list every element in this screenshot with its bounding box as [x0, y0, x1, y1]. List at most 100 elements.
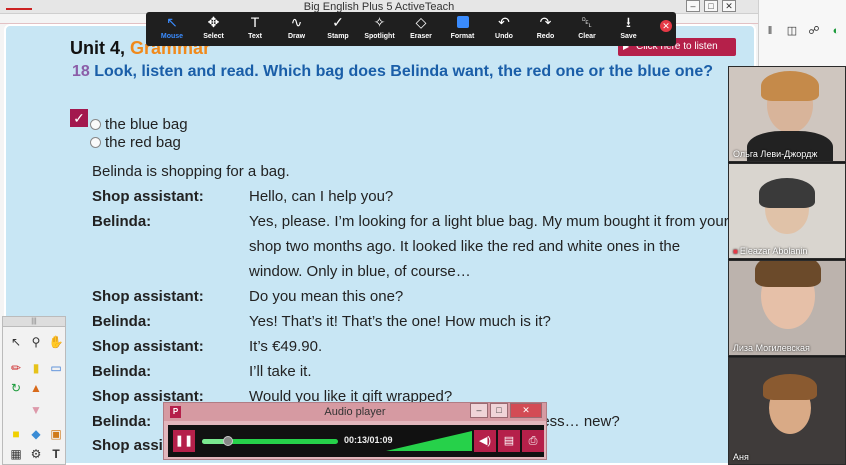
- audio-seek-bar[interactable]: [202, 436, 338, 446]
- tool-label: Undo: [495, 33, 513, 40]
- dialogue-line: Yes, please. I’m looking for a light blu…: [249, 213, 729, 280]
- speaker-name: Shop assistant:: [92, 188, 204, 205]
- tool-label: Clear: [578, 33, 596, 40]
- palette-grip[interactable]: |||: [3, 317, 65, 327]
- tool-label: Save: [620, 33, 637, 40]
- participant-tile[interactable]: Лиза Могилевская: [728, 260, 846, 356]
- dialogue-line: Yes! That’s it! That’s the one! How much…: [249, 313, 551, 330]
- exercise-number: 18: [72, 63, 90, 80]
- text-tool-icon[interactable]: T: [47, 445, 65, 463]
- dialogue-line: I’ll take it.: [249, 363, 312, 380]
- participant-name: Ольга Леви-Джордж: [733, 149, 818, 159]
- tool-clear[interactable]: ␡ Clear: [567, 12, 607, 46]
- tool-save[interactable]: ⭳ Save: [609, 12, 649, 46]
- participant-hair: [761, 71, 819, 101]
- highlighter-icon[interactable]: ▮: [27, 359, 45, 377]
- tool-mouse[interactable]: ↖ Mouse: [152, 12, 192, 46]
- unit-label: Unit 4,: [70, 38, 126, 58]
- tool-text[interactable]: T Text: [235, 12, 275, 46]
- maximize-button[interactable]: □: [704, 0, 718, 12]
- option-red-bag[interactable]: the red bag: [90, 134, 181, 151]
- tool-select[interactable]: ✥ Select: [194, 12, 234, 46]
- transcript-icon[interactable]: ▤: [498, 430, 520, 452]
- save-icon: ⭳: [626, 14, 631, 30]
- library-icon[interactable]: ‖: [763, 24, 777, 38]
- option-label: the blue bag: [105, 116, 188, 133]
- color-down-icon[interactable]: ▼: [27, 401, 45, 419]
- audio-player: P Audio player – □ ✕ ❚❚ 00:13/01:09 ◀) ▤…: [163, 402, 547, 460]
- answer-check-icon[interactable]: ✓: [70, 109, 88, 127]
- folder-icon[interactable]: ▣: [47, 425, 65, 443]
- dialogue-line: Do you mean this one?: [249, 288, 404, 305]
- speaker-name: Shop assistant:: [92, 338, 204, 355]
- share-icon[interactable]: ☍: [807, 24, 821, 38]
- bike-icon[interactable]: ⚙: [27, 445, 45, 463]
- eraser-icon[interactable]: ▭: [47, 359, 65, 377]
- format-swatch-icon: [443, 12, 483, 32]
- option-blue-bag[interactable]: the blue bag: [90, 116, 188, 133]
- radio-icon[interactable]: [90, 119, 101, 130]
- text-icon: T: [250, 14, 260, 30]
- move-icon: ✥: [207, 14, 220, 30]
- audio-maximize-button[interactable]: □: [490, 403, 508, 418]
- tool-label: Mouse: [160, 33, 184, 40]
- tool-label: Select: [203, 33, 224, 40]
- security-icon[interactable]: ◐: [829, 24, 843, 38]
- participant-tile[interactable]: Аня: [728, 357, 846, 465]
- cursor-icon: ↖: [166, 14, 178, 30]
- print-icon[interactable]: ⎙: [522, 430, 544, 452]
- pause-button[interactable]: ❚❚: [173, 430, 195, 452]
- dialogue-line: It’s €49.90.: [249, 338, 323, 355]
- audio-player-header[interactable]: P Audio player – □ ✕: [164, 403, 546, 421]
- tool-spotlight[interactable]: ✧ Spotlight: [360, 12, 400, 46]
- tool-eraser[interactable]: ◇ Eraser: [401, 12, 441, 46]
- check-icon: ✓: [332, 14, 344, 30]
- speaker-name: Belinda:: [92, 313, 152, 330]
- tool-draw[interactable]: ∿ Draw: [277, 12, 317, 46]
- seek-handle[interactable]: [222, 436, 233, 446]
- close-annotation-icon[interactable]: ✕: [660, 20, 672, 32]
- participant-name-row: ■ Eleazar Abolanin: [733, 246, 807, 256]
- sticky-note-icon[interactable]: ■: [7, 425, 25, 443]
- participant-name: Лиза Могилевская: [733, 343, 810, 353]
- undo-icon: ↶: [498, 14, 510, 30]
- trash-icon: ␡: [581, 14, 593, 30]
- redo-icon: ↷: [539, 14, 552, 30]
- audio-minimize-button[interactable]: –: [470, 403, 488, 418]
- participant-headphones: [759, 178, 815, 208]
- radio-icon[interactable]: [90, 137, 101, 148]
- tool-label: Redo: [536, 33, 555, 40]
- format-color-swatch: [456, 16, 469, 28]
- grid-icon[interactable]: ▦: [7, 445, 25, 463]
- volume-icon[interactable]: ◀): [474, 430, 496, 452]
- tool-palette[interactable]: ||| ↖ ⚲ ✋ ✏ ▮ ▭ ↻ ▲ ▼ ■ ◆ ▣ ▦ ⚙ T: [2, 316, 66, 465]
- participant-tile[interactable]: Ольга Леви-Джордж: [728, 66, 846, 162]
- tool-redo[interactable]: ↷ Redo: [526, 12, 566, 46]
- zoom-icon[interactable]: ⚲: [27, 333, 45, 351]
- layout-icon[interactable]: ◫: [785, 24, 799, 38]
- tool-undo[interactable]: ↶ Undo: [484, 12, 524, 46]
- participant-name: Eleazar Abolanin: [739, 246, 808, 256]
- minimize-button[interactable]: –: [686, 0, 700, 12]
- arrow-icon[interactable]: ↖: [7, 333, 25, 351]
- participant-hair: [755, 261, 821, 287]
- tool-label: Text: [248, 33, 262, 40]
- participant-tile[interactable]: ■ Eleazar Abolanin: [728, 163, 846, 259]
- undo-icon[interactable]: ↻: [7, 379, 25, 397]
- participant-name: Аня: [733, 452, 749, 462]
- audio-close-button[interactable]: ✕: [510, 403, 542, 418]
- shapes-icon[interactable]: ◆: [27, 425, 45, 443]
- tool-format[interactable]: Format: [443, 12, 483, 46]
- spotlight-icon: ✧: [373, 14, 386, 30]
- pen-icon[interactable]: ✏: [7, 359, 25, 377]
- spotlight-icon[interactable]: ▲: [27, 379, 45, 397]
- hand-icon[interactable]: ✋: [47, 333, 65, 351]
- volume-level[interactable]: [386, 431, 472, 451]
- muted-mic-icon: ■: [733, 247, 738, 256]
- zoom-top-controls: ‖ ◫ ☍ ◐: [758, 0, 846, 66]
- video-participants-panel: Ольга Леви-Джордж ■ Eleazar Abolanin Лиза…: [728, 66, 846, 465]
- tool-stamp[interactable]: ✓ Stamp: [318, 12, 358, 46]
- annotation-toolbar: ↖ Mouse ✥ Select T Text ∿ Draw ✓ Stamp ✧ Spotlight ◇…: [146, 12, 676, 46]
- dialogue-line: Hello, can I help you?: [249, 188, 394, 205]
- close-window-button[interactable]: ✕: [722, 0, 736, 12]
